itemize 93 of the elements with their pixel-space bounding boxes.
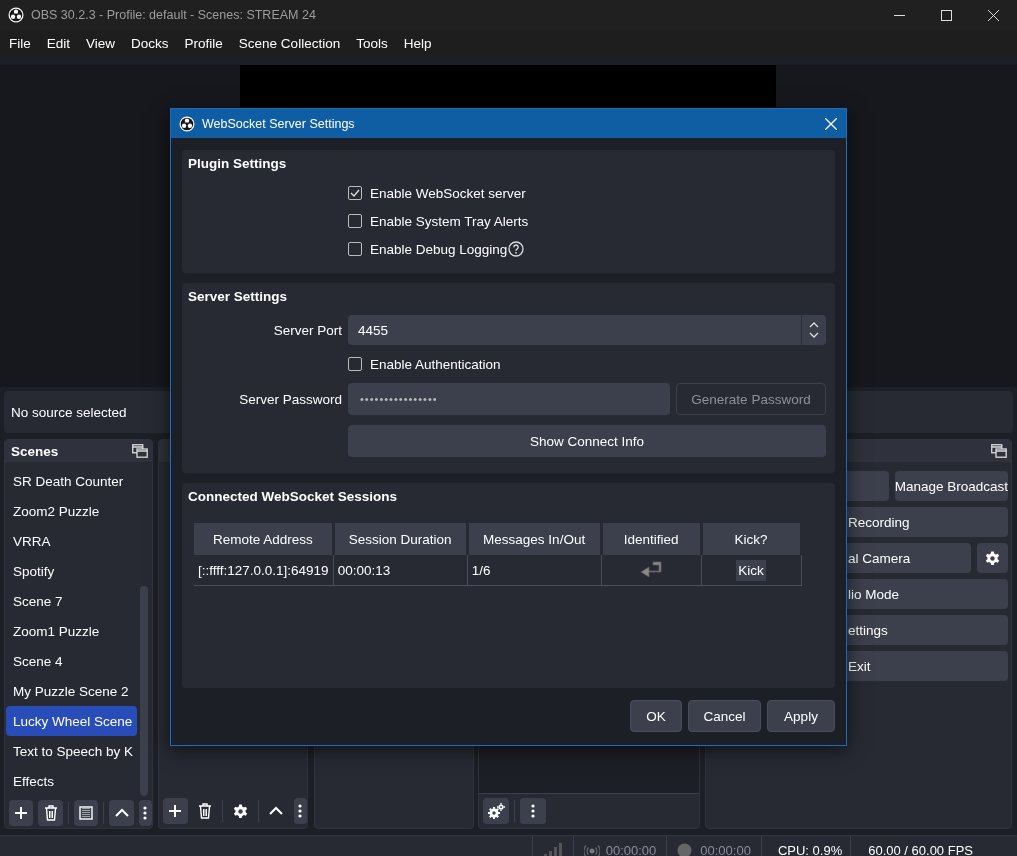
add-button[interactable] <box>163 798 188 824</box>
record-icon <box>677 843 693 856</box>
close-icon <box>825 117 837 130</box>
more-icon <box>531 804 535 818</box>
table-cell: 00:00:13 <box>333 555 468 586</box>
settings-icon <box>985 550 1000 566</box>
more-icon <box>298 804 303 818</box>
password-field[interactable]: •••••••••••••••• <box>348 383 670 415</box>
status-text: No source selected <box>11 404 127 420</box>
scene-item[interactable]: Spotify <box>6 556 137 586</box>
field-label: Server Password <box>239 391 342 407</box>
remove-button[interactable] <box>38 800 63 826</box>
maximize-icon <box>941 9 952 21</box>
checkbox-label: Enable WebSocket server <box>370 185 526 201</box>
transition-settings-button[interactable] <box>483 798 509 824</box>
record-time: 00:00:00 <box>700 843 751 856</box>
stream-time: 00:00:00 <box>605 843 657 856</box>
scrollbar-thumb[interactable] <box>140 586 148 796</box>
plus-icon <box>14 806 29 820</box>
chevron-up-icon <box>809 322 819 328</box>
checkbox-label: Enable System Tray Alerts <box>370 213 529 229</box>
menu-item[interactable]: View <box>78 35 124 51</box>
section-title: Plugin Settings <box>188 156 287 171</box>
menu-item[interactable]: Tools <box>348 35 396 51</box>
kick-button[interactable]: Kick <box>736 559 766 581</box>
column-header: Remote Address <box>194 523 334 555</box>
menu-item[interactable]: Profile <box>176 35 231 51</box>
scene-item[interactable]: My Puzzle Scene 2 <box>6 676 137 706</box>
scene-item[interactable]: Scene 4 <box>6 646 137 676</box>
column-header: Session Duration <box>333 523 468 555</box>
scene-item[interactable]: Zoom1 Puzzle <box>6 616 137 646</box>
cancel-button[interactable]: Cancel <box>688 700 761 732</box>
trash-icon <box>198 803 213 819</box>
column-header: Identified <box>601 523 702 555</box>
scene-item[interactable]: SR Death Counter <box>6 466 137 496</box>
scene-item[interactable]: Scene 7 <box>6 586 137 616</box>
close-icon <box>988 9 999 21</box>
scene-item[interactable]: Zoom2 Puzzle <box>6 496 137 526</box>
cpu-usage: CPU: 0.9% <box>777 843 843 856</box>
section-title: Server Settings <box>188 289 288 304</box>
section-title: Connected WebSocket Sessions <box>188 489 398 504</box>
settings-icon <box>233 803 249 819</box>
show-connect-info-button[interactable]: Show Connect Info <box>348 425 826 457</box>
checkbox[interactable] <box>348 357 362 371</box>
chevron-up-icon <box>268 806 285 816</box>
trash-icon <box>43 805 58 821</box>
logo-icon <box>179 115 195 132</box>
scene-item[interactable]: VRRA <box>6 526 137 556</box>
menu-item[interactable]: File <box>1 35 39 51</box>
app-logo-icon <box>8 7 24 23</box>
menu-item[interactable]: Edit <box>38 35 79 51</box>
generate-password-button[interactable]: Generate Password <box>676 383 826 415</box>
float-dock-icon <box>132 444 148 458</box>
virtual-camera-settings-button[interactable] <box>977 543 1008 573</box>
column-header: Kick? <box>701 523 802 555</box>
fps-readout: 60.00 / 60.00 FPS <box>868 843 973 856</box>
checkbox-label: Enable Debug Logging <box>370 241 508 257</box>
float-dock-icon <box>991 444 1007 458</box>
checkbox-label: Enable Authentication <box>370 356 501 372</box>
field-label: Server Port <box>273 322 342 338</box>
dialog-title: WebSocket Server Settings <box>202 116 356 131</box>
scene-item[interactable]: Text to Speech by K <box>6 736 137 766</box>
move-up-button[interactable] <box>109 800 134 826</box>
plus-icon <box>168 804 183 818</box>
filter-icon <box>79 806 94 820</box>
gears-icon <box>487 803 505 819</box>
more-button[interactable] <box>138 800 152 826</box>
window-title: OBS 30.2.3 - Profile: default - Scenes: STREAM 24 <box>31 8 316 22</box>
apply-button[interactable]: Apply <box>767 700 835 732</box>
chevron-up-icon <box>113 808 130 818</box>
signal-icon <box>542 842 563 856</box>
table-cell: [::ffff:127.0.0.1]:64919 <box>194 555 334 586</box>
add-button[interactable] <box>9 800 34 826</box>
filters-button[interactable] <box>73 800 99 826</box>
menu-item[interactable]: Scene Collection <box>230 35 349 51</box>
dock-title: Scenes <box>11 443 60 459</box>
manage-broadcast-button[interactable]: Manage Broadcast <box>894 471 1008 501</box>
menu-item[interactable]: Docks <box>123 35 177 51</box>
scene-item[interactable]: Effects <box>6 766 137 796</box>
checkmark-icon <box>350 189 360 197</box>
ok-button[interactable]: OK <box>630 700 682 732</box>
scene-item[interactable]: Lucky Wheel Scene <box>6 706 137 736</box>
more-icon <box>143 806 148 820</box>
port-field[interactable]: 4455 <box>348 315 826 345</box>
checkbox[interactable] <box>348 214 362 228</box>
more-button[interactable] <box>293 798 307 824</box>
table-cell: 1/6 <box>467 555 602 586</box>
checkbox[interactable] <box>348 242 362 256</box>
column-header: Messages In/Out <box>467 523 602 555</box>
menu-item[interactable]: Help <box>395 35 440 51</box>
checkbox[interactable] <box>348 186 362 200</box>
chevron-down-icon <box>809 332 819 338</box>
broadcast-icon <box>583 844 600 856</box>
